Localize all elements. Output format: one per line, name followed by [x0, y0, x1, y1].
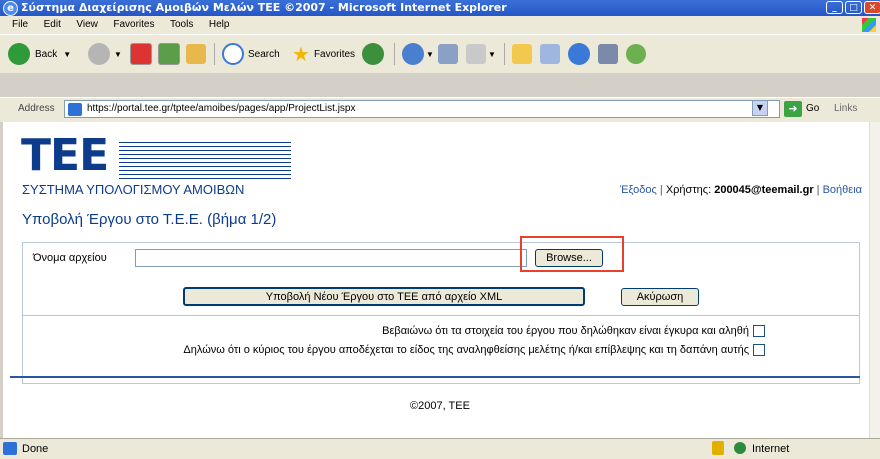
maximize-button[interactable]: □	[845, 1, 862, 14]
tools-button[interactable]	[598, 39, 618, 69]
address-dropdown-button[interactable]: ▼	[752, 100, 768, 116]
search-button[interactable]: Search	[222, 39, 280, 69]
user-label: Χρήστης:	[665, 184, 712, 196]
toolbar-separator	[504, 43, 505, 65]
menu-bar: File Edit View Favorites Tools Help	[0, 16, 880, 35]
stop-button[interactable]	[130, 39, 152, 69]
toolbar: Back ▼ ▼ Search ★ Favorites ▼ ▼	[0, 35, 880, 73]
chevron-down-icon: ▼	[488, 49, 496, 59]
toolbar-separator	[214, 43, 215, 65]
folder-icon	[512, 44, 532, 64]
globe-icon	[568, 43, 590, 65]
history-icon	[362, 43, 384, 65]
windows-logo-icon	[862, 18, 876, 32]
lock-icon	[712, 441, 724, 455]
address-label: Address	[18, 103, 55, 114]
users-icon	[626, 44, 646, 64]
messenger-button[interactable]	[568, 39, 590, 69]
refresh-icon	[158, 43, 180, 65]
chevron-down-icon: ▼	[426, 49, 434, 59]
search-icon	[222, 43, 244, 65]
tools-icon	[598, 44, 618, 64]
user-email: 200045@teemail.gr	[714, 184, 814, 196]
file-section: Όνομα αρχείου Browse... Υποβολή Νέου Έργ…	[23, 243, 859, 316]
address-input[interactable]: https://portal.tee.gr/tptee/amoibes/page…	[64, 100, 780, 118]
home-button[interactable]	[186, 39, 206, 69]
confirm-acceptance-label: Δηλώνω ότι ο κύριος του έργου αποδέχεται…	[183, 344, 749, 356]
folder-button[interactable]	[512, 39, 532, 69]
home-icon	[186, 44, 206, 64]
logout-link[interactable]: Έξοδος	[620, 184, 657, 196]
toolbar-separator	[394, 43, 395, 65]
star-icon: ★	[292, 43, 310, 66]
menu-file[interactable]: File	[6, 16, 34, 34]
page-done-icon	[3, 442, 17, 455]
chevron-down-icon: ▼	[114, 49, 122, 59]
logo-text: ΤΕΕ	[21, 130, 109, 181]
menu-favorites[interactable]: Favorites	[107, 16, 160, 34]
status-bar: Done Internet	[0, 438, 880, 459]
menu-edit[interactable]: Edit	[38, 16, 67, 34]
menu-view[interactable]: View	[70, 16, 104, 34]
help-link[interactable]: Βοήθεια	[823, 184, 862, 196]
users-button[interactable]	[626, 39, 646, 69]
internet-zone-icon	[734, 442, 746, 454]
frame-border	[0, 122, 3, 438]
history-button[interactable]	[362, 39, 384, 69]
copyright: ©2007, ΤΕΕ	[410, 400, 470, 412]
vertical-scrollbar[interactable]	[869, 122, 880, 438]
user-bar: Έξοδος | Χρήστης: 200045@teemail.gr | Βο…	[620, 184, 862, 196]
page-icon	[68, 103, 82, 116]
status-text: Done	[22, 443, 49, 455]
print-icon	[438, 44, 458, 64]
system-name: ΣΥΣΤΗΜΑ ΥΠΟΛΟΓΙΣΜΟΥ ΑΜΟΙΒΩΝ	[22, 182, 245, 197]
forward-arrow-icon	[88, 43, 110, 65]
submit-xml-button[interactable]: Υποβολή Νέου Έργου στο ΤΕΕ από αρχείο XM…	[183, 287, 585, 306]
forward-button[interactable]: ▼	[88, 39, 122, 69]
page-content: ΤΕΕ ΣΥΣΤΗΜΑ ΥΠΟΛΟΓΙΣΜΟΥ ΑΜΟΙΒΩΝ Έξοδος |…	[0, 122, 880, 438]
page-title: Υποβολή Έργου στο Τ.Ε.Ε. (βήμα 1/2)	[22, 211, 277, 228]
research-button[interactable]	[540, 39, 560, 69]
minimize-button[interactable]: _	[826, 1, 843, 14]
submission-form: Όνομα αρχείου Browse... Υποβολή Νέου Έργ…	[22, 242, 860, 384]
address-bar: Address https://portal.tee.gr/tptee/amoi…	[0, 97, 880, 123]
mail-icon	[402, 43, 424, 65]
close-button[interactable]: ✕	[864, 1, 880, 14]
confirm-validity-checkbox[interactable]	[753, 325, 765, 337]
file-label: Όνομα αρχείου	[33, 252, 107, 264]
research-icon	[540, 44, 560, 64]
mail-button[interactable]: ▼	[402, 39, 434, 69]
edit-icon	[466, 44, 486, 64]
links-button[interactable]: Links	[834, 103, 857, 114]
menu-help[interactable]: Help	[203, 16, 236, 34]
chevron-down-icon: ▼	[63, 49, 72, 59]
confirm-acceptance-checkbox[interactable]	[753, 344, 765, 356]
address-url: https://portal.tee.gr/tptee/amoibes/page…	[87, 103, 356, 114]
go-button[interactable]: Go	[806, 103, 819, 114]
go-arrow-icon[interactable]: ➜	[784, 101, 802, 117]
ie-icon: e	[3, 1, 18, 16]
menu-tools[interactable]: Tools	[164, 16, 199, 34]
cancel-button[interactable]: Ακύρωση	[621, 288, 699, 306]
file-input[interactable]	[135, 249, 527, 267]
tee-logo: ΤΕΕ ΣΥΣΤΗΜΑ ΥΠΟΛΟΓΙΣΜΟΥ ΑΜΟΙΒΩΝ	[21, 130, 291, 197]
favorites-button[interactable]: ★ Favorites	[292, 39, 355, 69]
logo-lines	[119, 142, 291, 182]
back-button[interactable]: Back ▼	[8, 39, 71, 69]
security-zone: Internet	[752, 443, 790, 455]
edit-button[interactable]: ▼	[466, 39, 496, 69]
browse-highlight-box	[520, 236, 624, 272]
confirm-validity-label: Βεβαιώνω ότι τα στοιχεία του έργου που δ…	[382, 325, 749, 337]
window-title: Σύστημα Διαχείρισης Αμοιβών Μελών ΤΕΕ ©2…	[21, 1, 507, 14]
stop-icon	[130, 43, 152, 65]
title-bar: e Σύστημα Διαχείρισης Αμοιβών Μελών ΤΕΕ …	[0, 0, 880, 16]
print-button[interactable]	[438, 39, 458, 69]
back-arrow-icon	[8, 43, 30, 65]
footer-divider	[10, 376, 860, 378]
refresh-button[interactable]	[158, 39, 180, 69]
